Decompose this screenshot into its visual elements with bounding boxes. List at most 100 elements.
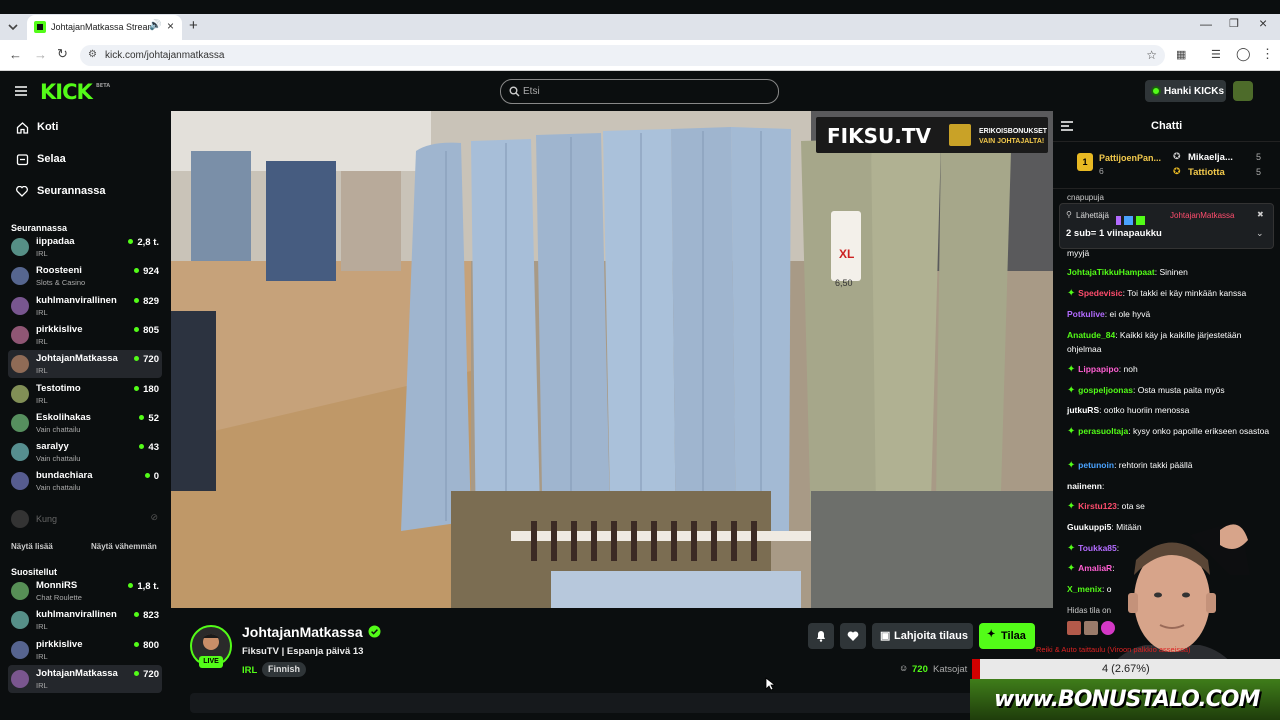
show-more-link[interactable]: Näytä lisää	[11, 542, 53, 551]
tab-title: JohtajanMatkassa Stream	[51, 22, 151, 32]
sidebar-channel-kuhlmanvirallinen[interactable]: kuhlmanvirallinen IRL 829	[8, 292, 162, 320]
search-input[interactable]: Etsi	[500, 79, 779, 104]
channel-avatar	[11, 296, 29, 315]
offline-channel[interactable]: Kung ⊘	[8, 509, 162, 529]
chat-username[interactable]: perasuoltaja	[1078, 426, 1128, 436]
chat-username[interactable]: naiinenn	[1067, 481, 1102, 491]
sidebar-channel-roosteeni[interactable]: Roosteeni Slots & Casino 924	[8, 262, 162, 290]
sidebar: Koti Selaa Seurannassa Seurannassa iippa…	[0, 111, 170, 720]
video-player[interactable]: XL 6,50 FIKSU.TV ERIKOISBONUKSET VAIN JO…	[171, 111, 1053, 608]
nav-home-label: Koti	[37, 121, 59, 133]
profile-icon[interactable]: ◯	[1236, 47, 1251, 60]
subscribe-label: Tilaa	[1001, 630, 1026, 642]
price-tag-value: 6,50	[835, 278, 853, 288]
chat-username[interactable]: Lippapipo	[1078, 364, 1119, 374]
menu-dots-icon[interactable]: ⋮	[1261, 47, 1274, 60]
pinned-message[interactable]: ⚲ Lähettäjä JohtajanMatkassa ✖ 2 sub= 1 …	[1059, 203, 1274, 249]
channel-category: Vain chattailu	[36, 483, 81, 493]
chat-username[interactable]: JohtajaTikkuHampaat	[1067, 267, 1155, 277]
browser-tab[interactable]: JohtajanMatkassa Stream 🔊 ×	[27, 15, 182, 40]
forward-icon[interactable]: →	[34, 48, 47, 61]
back-icon[interactable]: ←	[9, 48, 22, 61]
channel-category: Vain chattailu	[36, 454, 81, 464]
follow-button[interactable]	[840, 623, 866, 649]
channel-category: IRL	[36, 307, 48, 317]
notification-bell-button[interactable]	[808, 623, 834, 649]
chat-text: ei ole hyvä	[1109, 309, 1151, 319]
show-less-link[interactable]: Näytä vähemmän	[91, 542, 157, 551]
chat-username[interactable]: gospeljoonas	[1078, 385, 1133, 395]
minimize-icon[interactable]: —	[1200, 17, 1212, 31]
kick-logo[interactable]: KICK BETA	[40, 80, 110, 104]
media-icon[interactable]: ☰	[1211, 49, 1221, 61]
pinned-sender[interactable]: JohtajanMatkassa	[1170, 211, 1234, 220]
channel-avatar	[11, 443, 29, 462]
leader-2-count: 5	[1256, 152, 1262, 162]
channel-category: IRL	[36, 249, 48, 258]
channel-category: IRL	[36, 651, 48, 661]
bookmark-star-icon[interactable]: ☆	[1146, 48, 1157, 62]
chat-username[interactable]: Kirstu123	[1078, 501, 1117, 511]
chat-username[interactable]: petunoin	[1078, 460, 1114, 470]
sidebar-channel-saralyy[interactable]: saralyy Vain chattailu 43	[8, 438, 162, 466]
sidebar-channel-johtajanmatkassa[interactable]: JohtajanMatkassa IRL 720	[8, 350, 162, 379]
address-bar-row: ← → ↻ ⚙ kick.com/johtajanmatkassa ☆ ▦ ☰ …	[0, 40, 1280, 71]
leader-2-name[interactable]: Mikaelja...	[1188, 152, 1233, 163]
bonus-banner-text: www.BONUSTALO.COM	[994, 687, 1260, 712]
chevron-down-icon[interactable]: ⌄	[1256, 228, 1264, 239]
hamburger-menu-icon[interactable]	[15, 86, 27, 96]
stream-category[interactable]: IRL	[242, 665, 257, 676]
gift-sub-button[interactable]: ▣ Lahjoita tilaus	[872, 623, 973, 649]
chat-username[interactable]: Anatude_84	[1067, 330, 1115, 340]
channel-avatar	[11, 355, 29, 374]
new-tab-icon[interactable]: +	[189, 17, 198, 34]
site-info-icon[interactable]: ⚙	[88, 49, 97, 60]
unpin-icon[interactable]: ✖	[1257, 210, 1264, 219]
chat-message: Potkulive: ei ole hyvä	[1067, 307, 1275, 321]
leader-1-count: 6	[1099, 166, 1104, 176]
channel-viewers: 800	[134, 640, 159, 651]
channel-name[interactable]: JohtajanMatkassa	[242, 624, 363, 640]
chat-message: ✦ gospeljoonas: Osta musta paita myös	[1067, 383, 1275, 398]
silver-medal-icon: ✪	[1173, 151, 1181, 161]
sidebar-channel-iippadaa[interactable]: iippadaa IRL 2,8 t.	[8, 233, 162, 261]
viewers-label: Katsojat	[933, 664, 968, 675]
extensions-icon[interactable]: ▦	[1176, 49, 1186, 61]
pinned-sender-label: Lähettäjä	[1076, 211, 1109, 220]
sidebar-channel-bundachiara[interactable]: bundachiara Vain chattailu 0	[8, 467, 162, 495]
language-tag[interactable]: Finnish	[262, 662, 306, 677]
reload-icon[interactable]: ↻	[57, 47, 68, 60]
leader-3-name[interactable]: Tattiotta	[1188, 167, 1225, 178]
get-kicks-button[interactable]: Hanki KICKs	[1145, 80, 1226, 102]
badge-icon: ✦	[1067, 543, 1079, 554]
chat-username[interactable]: jutkuRS	[1067, 405, 1099, 415]
collapse-chat-icon[interactable]	[1061, 121, 1073, 131]
sidebar-channel-pirkkislive[interactable]: pirkkislive IRL 800	[8, 636, 162, 664]
sidebar-channel-testotimo[interactable]: Testotimo IRL 180	[8, 380, 162, 408]
tab-list-icon[interactable]	[6, 20, 20, 34]
gift-icon: ▣	[880, 630, 891, 642]
sidebar-channel-pirkkislive[interactable]: pirkkislive IRL 805	[8, 321, 162, 349]
sidebar-channel-johtajanmatkassa[interactable]: JohtajanMatkassa IRL 720	[8, 664, 162, 693]
channel-category: Chat Roulette	[36, 593, 82, 602]
user-avatar[interactable]	[1233, 81, 1253, 101]
leader-1-name[interactable]: PattijoenPan...	[1099, 153, 1161, 163]
channel-viewers: 823	[134, 610, 159, 621]
sidebar-channel-kuhlmanvirallinen[interactable]: kuhlmanvirallinen IRL 823	[8, 606, 162, 634]
speaker-icon[interactable]: 🔊	[149, 20, 161, 31]
close-tab-icon[interactable]: ×	[167, 19, 174, 33]
close-window-icon[interactable]: ×	[1259, 15, 1267, 31]
offline-icon: ⊘	[150, 512, 158, 522]
sidebar-channel-monnirs[interactable]: MonniRS Chat Roulette 1,8 t.	[8, 577, 162, 605]
chat-partial-message: cnapupuja	[1067, 193, 1104, 202]
url-field[interactable]: ⚙ kick.com/johtajanmatkassa ☆	[80, 45, 1165, 66]
sidebar-channel-eskolihakas[interactable]: Eskolihakas Vain chattailu 52	[8, 409, 162, 437]
chat-username[interactable]: Spedevisic	[1078, 288, 1122, 298]
chat-username[interactable]: Potkulive	[1067, 309, 1105, 319]
poll-result: 4 (2.67%)	[1102, 663, 1150, 675]
browser-tab-bar: JohtajanMatkassa Stream 🔊 × + — ❐ ×	[0, 0, 1280, 40]
logo-badge: BETA	[96, 83, 111, 89]
browse-icon	[16, 153, 29, 166]
subscribe-button[interactable]: ✦ Tilaa	[979, 623, 1035, 649]
restore-icon[interactable]: ❐	[1229, 17, 1239, 30]
